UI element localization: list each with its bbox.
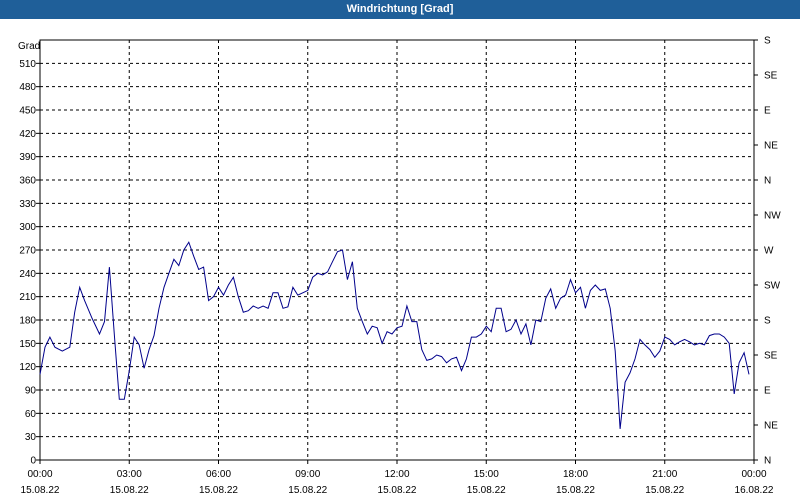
y-tick-label: 30 <box>25 432 37 443</box>
x-tick-time: 12:00 <box>384 469 409 480</box>
y-axis: 0 30 60 90 120 150 180 210 240 270 300 330 360 390 420… <box>19 59 40 467</box>
right-tick-label: NW <box>764 211 781 222</box>
right-tick-label: SE <box>764 351 778 362</box>
y-tick-label: 390 <box>19 152 36 163</box>
y-tick-label: 330 <box>19 199 36 210</box>
x-tick-date: 16.08.22 <box>735 485 774 496</box>
window-title: Windrichtung [Grad] <box>0 0 800 19</box>
x-tick-time: 00:00 <box>27 469 52 480</box>
x-tick-time: 21:00 <box>652 469 677 480</box>
right-tick-label: N <box>764 456 771 467</box>
y-tick-label: 210 <box>19 292 36 303</box>
y-tick-label: 150 <box>19 339 36 350</box>
x-axis: 00:00 15.08.22 03:00 15.08.22 06:00 15.08.22 0… <box>21 460 774 496</box>
y-tick-label: 270 <box>19 246 36 257</box>
x-tick-time: 03:00 <box>117 469 142 480</box>
x-tick-date: 15.08.22 <box>199 485 238 496</box>
y-tick-label: 0 <box>30 456 36 467</box>
x-tick-date: 15.08.22 <box>378 485 417 496</box>
right-tick-label: S <box>764 316 771 327</box>
y-tick-label: 480 <box>19 82 36 93</box>
y-axis-label: Grad <box>18 41 40 52</box>
y-tick-label: 240 <box>19 269 36 280</box>
y-tick-label: 180 <box>19 316 36 327</box>
x-tick-time: 09:00 <box>295 469 320 480</box>
y-tick-label: 420 <box>19 129 36 140</box>
right-tick-label: N <box>764 176 771 187</box>
right-tick-label: NE <box>764 421 778 432</box>
wind-direction-chart: 0 30 60 90 120 150 180 210 240 270 300 330 360 390 420… <box>18 36 781 497</box>
y-tick-label: 60 <box>25 409 37 420</box>
right-tick-label: NE <box>764 141 778 152</box>
right-axis: N NE E SE S SW W NW N NE E SE S <box>754 36 781 467</box>
y-tick-label: 300 <box>19 222 36 233</box>
y-tick-label: 360 <box>19 176 36 187</box>
right-tick-label: S <box>764 36 771 47</box>
y-tick-label: 510 <box>19 59 36 70</box>
right-tick-label: E <box>764 386 771 397</box>
x-tick-time: 18:00 <box>563 469 588 480</box>
x-tick-time: 06:00 <box>206 469 231 480</box>
right-tick-label: SE <box>764 71 778 82</box>
right-tick-label: SW <box>764 281 781 292</box>
x-tick-date: 15.08.22 <box>645 485 684 496</box>
x-tick-date: 15.08.22 <box>110 485 149 496</box>
x-tick-date: 15.08.22 <box>467 485 506 496</box>
x-tick-date: 15.08.22 <box>21 485 60 496</box>
y-tick-label: 450 <box>19 106 36 117</box>
y-tick-label: 90 <box>25 386 37 397</box>
x-tick-time: 15:00 <box>474 469 499 480</box>
x-tick-time: 00:00 <box>741 469 766 480</box>
right-tick-label: E <box>764 106 771 117</box>
right-tick-label: W <box>764 246 774 257</box>
x-tick-date: 15.08.22 <box>556 485 595 496</box>
x-tick-date: 15.08.22 <box>288 485 327 496</box>
y-tick-label: 120 <box>19 362 36 373</box>
